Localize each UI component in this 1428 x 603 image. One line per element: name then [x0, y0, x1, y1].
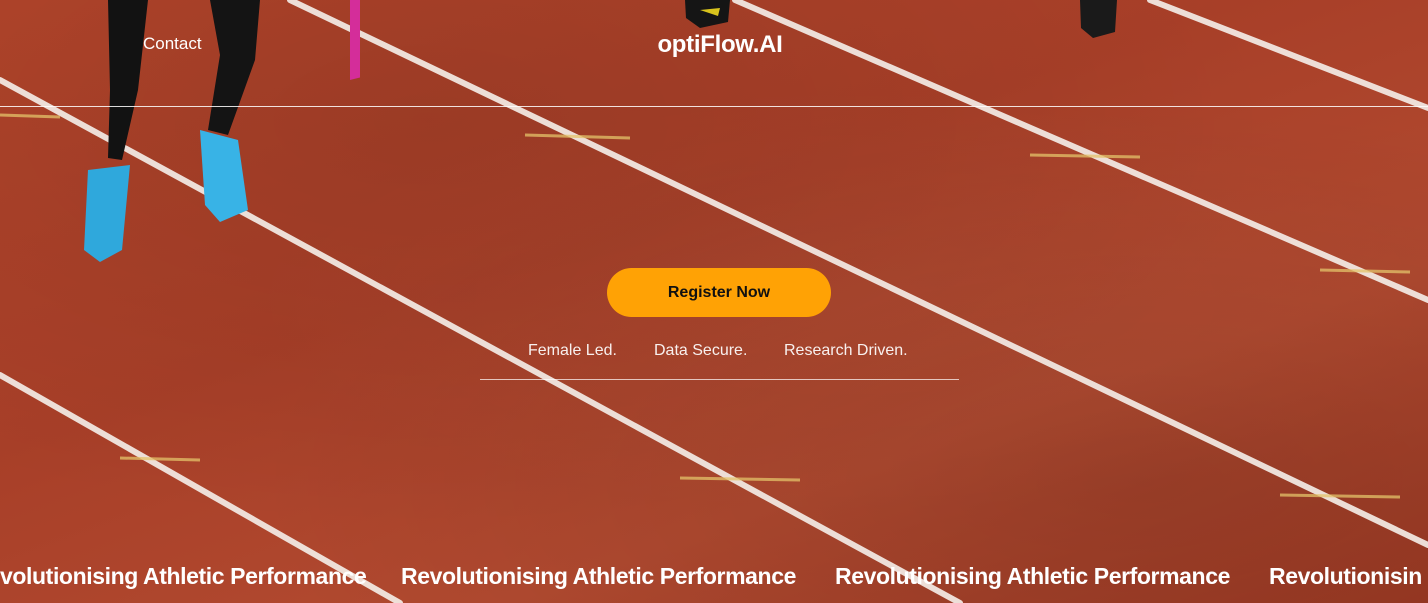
register-now-button[interactable]: Register Now: [607, 268, 831, 317]
marquee-text: Revolutionising Athletic Performance: [401, 563, 796, 589]
marquee-text: Revolutionisin: [1269, 563, 1422, 589]
tag-research-driven: Research Driven.: [784, 342, 908, 359]
tag-data-secure: Data Secure.: [654, 342, 748, 359]
brand-logo[interactable]: optiFlow.AI: [12, 31, 1428, 59]
tag-female-led: Female Led.: [528, 342, 617, 359]
top-navigation: Contact optiFlow.AI: [0, 0, 1428, 107]
hero-section: Contact optiFlow.AI Register Now Female …: [0, 0, 1428, 603]
marquee-text: volutionising Athletic Performance: [0, 563, 367, 589]
scrolling-marquee: volutionising Athletic Performance Revol…: [0, 563, 1428, 595]
marquee-text: Revolutionising Athletic Performance: [835, 563, 1230, 589]
value-tags: Female Led. Data Secure. Research Driven…: [480, 342, 959, 380]
